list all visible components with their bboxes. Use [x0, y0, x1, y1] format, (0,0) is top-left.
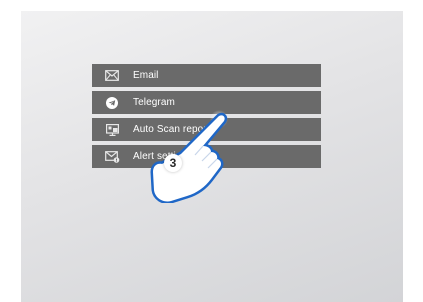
menu-item-label: Email: [133, 70, 159, 81]
envelope-icon: [104, 68, 120, 84]
telegram-icon: [104, 95, 120, 111]
menu-item-label: Auto Scan reports: [133, 124, 215, 135]
menu-item-label: Alert settings: [133, 151, 193, 162]
menu-item-telegram[interactable]: Telegram: [92, 91, 321, 114]
menu-item-label: Telegram: [133, 97, 175, 108]
settings-panel: Email Telegram Auto Scan reports Alert s…: [21, 11, 403, 302]
menu-item-auto-scan-reports[interactable]: Auto Scan reports: [92, 118, 321, 141]
report-icon: [104, 122, 120, 138]
step-badge: 3: [164, 154, 182, 172]
notification-menu: Email Telegram Auto Scan reports Alert s…: [92, 64, 321, 172]
alert-envelope-icon: [104, 149, 120, 165]
menu-item-alert-settings[interactable]: Alert settings: [92, 145, 321, 168]
menu-item-email[interactable]: Email: [92, 64, 321, 87]
